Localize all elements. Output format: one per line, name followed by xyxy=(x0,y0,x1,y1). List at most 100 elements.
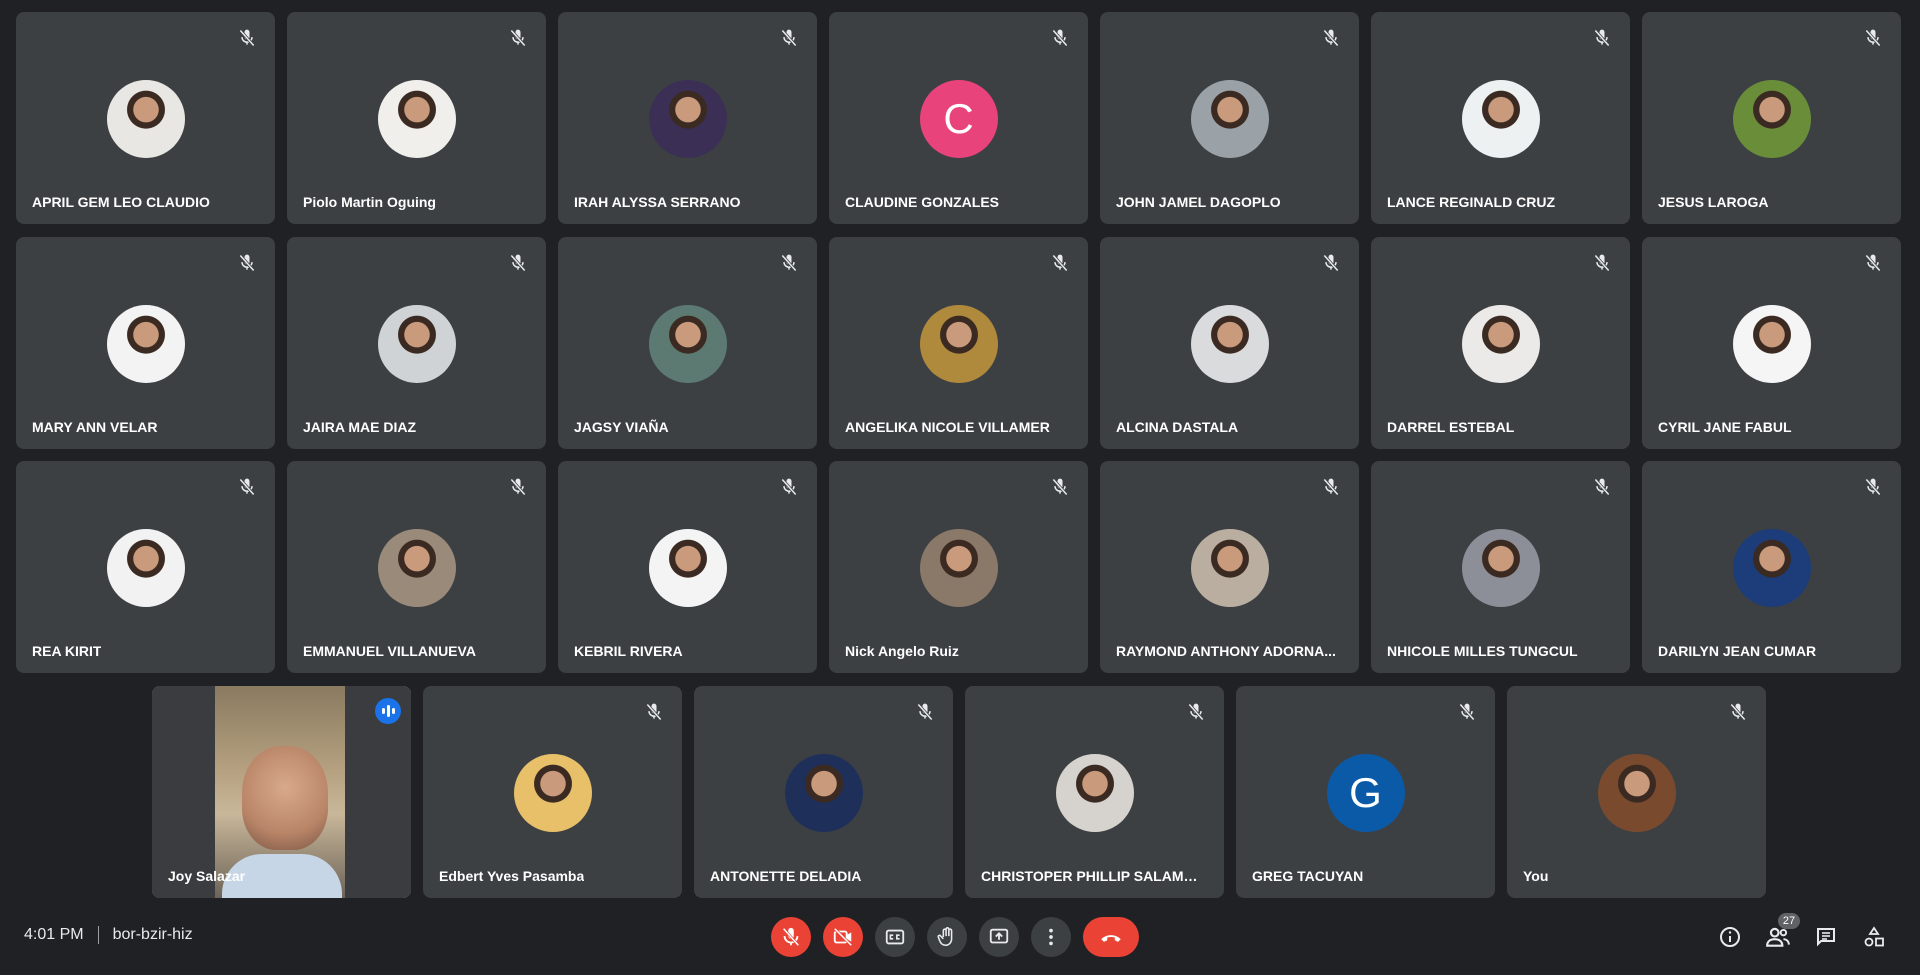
mic-muted-icon xyxy=(237,28,259,50)
participant-tile[interactable]: KEBRIL RIVERA xyxy=(558,461,817,673)
mic-muted-icon xyxy=(1321,253,1343,275)
participant-tile[interactable]: CYRIL JANE FABUL xyxy=(1642,237,1901,449)
captions-button[interactable] xyxy=(875,917,915,957)
participant-name: JAGSY VIAÑA xyxy=(574,419,669,435)
avatar xyxy=(513,754,592,832)
participant-tile[interactable]: REA KIRIT xyxy=(16,461,275,673)
more-vert-icon xyxy=(1049,928,1053,946)
avatar xyxy=(648,529,727,607)
participant-name: Piolo Martin Oguing xyxy=(303,194,436,210)
participant-name: DARREL ESTEBAL xyxy=(1387,419,1515,435)
mic-muted-icon xyxy=(237,253,259,275)
participant-tile[interactable]: IRAH ALYSSA SERRANO xyxy=(558,12,817,224)
avatar xyxy=(106,80,185,158)
avatar xyxy=(377,305,456,383)
participant-name: GREG TACUYAN xyxy=(1252,868,1364,884)
participant-name: IRAH ALYSSA SERRANO xyxy=(574,194,741,210)
side-panel-buttons: 27 xyxy=(1716,913,1888,951)
mic-muted-icon xyxy=(1050,253,1072,275)
participant-tile[interactable]: EMMANUEL VILLANUEVA xyxy=(287,461,546,673)
participant-tile[interactable]: ALCINA DASTALA xyxy=(1100,237,1359,449)
participant-tile[interactable]: JOHN JAMEL DAGOPLO xyxy=(1100,12,1359,224)
participant-name: REA KIRIT xyxy=(32,643,102,659)
participant-name: ALCINA DASTALA xyxy=(1116,419,1239,435)
avatar xyxy=(106,305,185,383)
participant-name: CHRISTOPER PHILLIP SALAMAN... xyxy=(981,868,1206,884)
avatar xyxy=(919,529,998,607)
participant-tile[interactable]: LANCE REGINALD CRUZ xyxy=(1371,12,1630,224)
divider xyxy=(97,926,99,944)
mic-muted-icon xyxy=(779,28,801,50)
participant-video xyxy=(152,686,411,898)
participant-tile[interactable]: MARY ANN VELAR xyxy=(16,237,275,449)
mic-muted-icon xyxy=(1050,28,1072,50)
avatar xyxy=(1461,529,1540,607)
participant-tile[interactable]: JAGSY VIAÑA xyxy=(558,237,817,449)
participant-tile[interactable]: APRIL GEM LEO CLAUDIO xyxy=(16,12,275,224)
hand-icon xyxy=(937,927,953,947)
meeting-code: bor-bzir-hiz xyxy=(112,926,193,943)
mic-muted-icon xyxy=(1321,477,1343,499)
participant-tile[interactable]: G GREG TACUYAN xyxy=(1236,686,1495,898)
participant-tile[interactable]: Joy Salazar xyxy=(152,686,411,898)
participant-tile[interactable]: JAIRA MAE DIAZ xyxy=(287,237,546,449)
present-button[interactable] xyxy=(979,917,1019,957)
avatar xyxy=(1190,305,1269,383)
people-button[interactable]: 27 xyxy=(1764,913,1800,951)
mic-off-button[interactable] xyxy=(771,917,811,957)
mic-muted-icon xyxy=(1728,702,1750,724)
mic-muted-icon xyxy=(1186,702,1208,724)
participant-tile[interactable]: Nick Angelo Ruiz xyxy=(829,461,1088,673)
mic-muted-icon xyxy=(508,253,530,275)
avatar xyxy=(1190,529,1269,607)
mic-muted-icon xyxy=(644,702,666,724)
participant-row: Joy Salazar Edbert Yves Pasamba ANTONETTE … xyxy=(152,686,1766,898)
more-options-button[interactable] xyxy=(1031,917,1071,957)
participant-name: CLAUDINE GONZALES xyxy=(845,194,999,210)
participant-name: LANCE REGINALD CRUZ xyxy=(1387,194,1555,210)
participant-name: RAYMOND ANTHONY ADORNA... xyxy=(1116,643,1336,659)
avatar xyxy=(377,529,456,607)
avatar xyxy=(648,305,727,383)
participant-tile[interactable]: C CLAUDINE GONZALES xyxy=(829,12,1088,224)
info-icon xyxy=(1720,927,1740,947)
camera-off-button[interactable] xyxy=(823,917,863,957)
camera-off-icon xyxy=(833,927,853,947)
participant-tile[interactable]: CHRISTOPER PHILLIP SALAMAN... xyxy=(965,686,1224,898)
mic-muted-icon xyxy=(1592,28,1614,50)
mic-muted-icon xyxy=(508,28,530,50)
participant-tile[interactable]: Piolo Martin Oguing xyxy=(287,12,546,224)
participant-tile[interactable]: RAYMOND ANTHONY ADORNA... xyxy=(1100,461,1359,673)
participant-name: EMMANUEL VILLANUEVA xyxy=(303,643,476,659)
activities-button[interactable] xyxy=(1860,923,1888,951)
participant-row: APRIL GEM LEO CLAUDIO Piolo Martin Oguing… xyxy=(16,12,1901,224)
avatar-letter: G xyxy=(1326,754,1405,832)
participant-name: JAIRA MAE DIAZ xyxy=(303,419,417,435)
mic-muted-icon xyxy=(1863,477,1885,499)
participant-tile[interactable]: DARILYN JEAN CUMAR xyxy=(1642,461,1901,673)
participant-tile[interactable]: Edbert Yves Pasamba xyxy=(423,686,682,898)
participant-tile[interactable]: ANGELIKA NICOLE VILLAMER xyxy=(829,237,1088,449)
participant-tile[interactable]: NHICOLE MILLES TUNGCUL xyxy=(1371,461,1630,673)
participant-tile[interactable]: ANTONETTE DELADIA xyxy=(694,686,953,898)
participant-tile[interactable]: DARREL ESTEBAL xyxy=(1371,237,1630,449)
participant-name: CYRIL JANE FABUL xyxy=(1658,419,1792,435)
raise-hand-button[interactable] xyxy=(927,917,967,957)
speaking-indicator-icon xyxy=(375,698,401,724)
mic-muted-icon xyxy=(508,477,530,499)
call-controls xyxy=(771,917,1139,957)
chat-button[interactable] xyxy=(1812,923,1840,951)
leave-call-button[interactable] xyxy=(1083,917,1139,957)
participant-name: KEBRIL RIVERA xyxy=(574,643,683,659)
participant-count-badge: 27 xyxy=(1778,913,1800,929)
participant-name: Nick Angelo Ruiz xyxy=(845,643,959,659)
meeting-details-button[interactable] xyxy=(1716,923,1744,951)
avatar xyxy=(784,754,863,832)
participant-tile[interactable]: You xyxy=(1507,686,1766,898)
participant-tile[interactable]: JESUS LAROGA xyxy=(1642,12,1901,224)
participant-name: APRIL GEM LEO CLAUDIO xyxy=(32,194,210,210)
avatar xyxy=(1461,305,1540,383)
avatar xyxy=(1732,305,1811,383)
captions-icon xyxy=(885,929,905,945)
avatar xyxy=(377,80,456,158)
